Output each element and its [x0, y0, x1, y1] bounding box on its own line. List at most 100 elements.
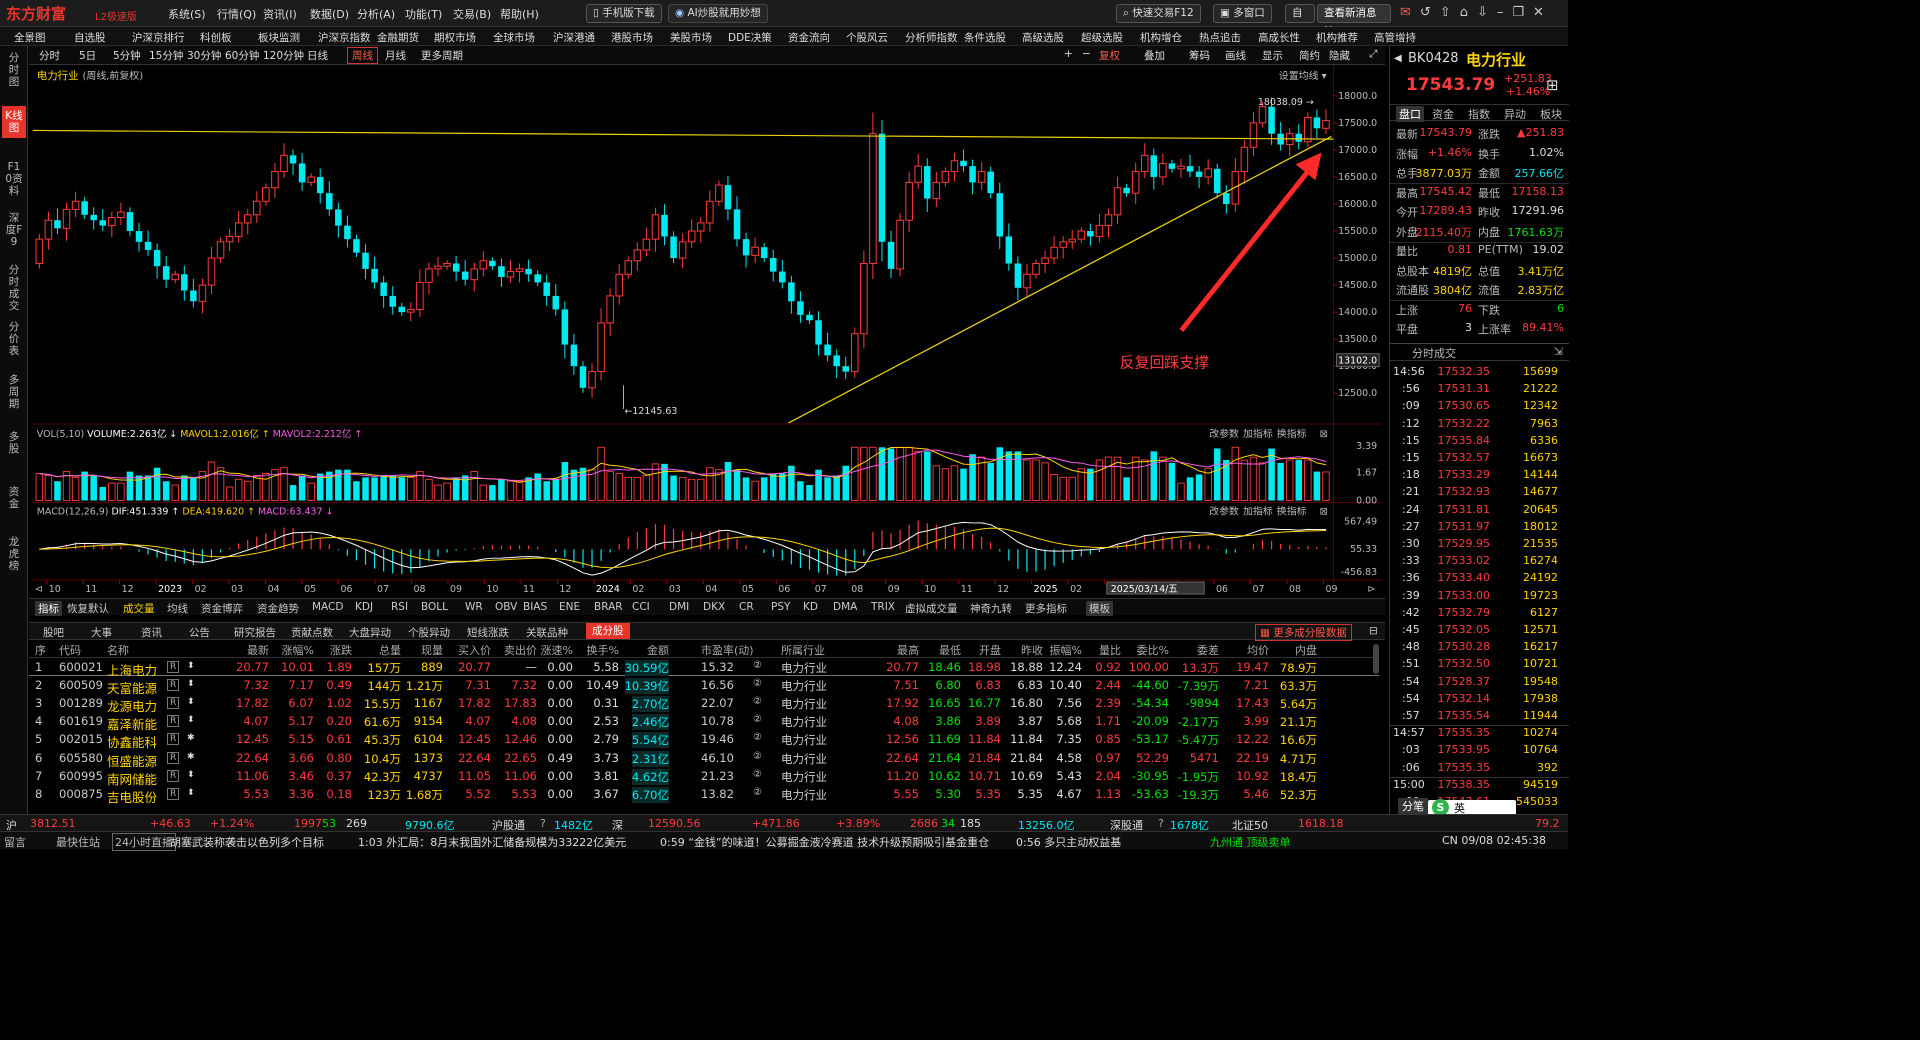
left-tab-1[interactable]: K线图	[2, 106, 26, 138]
table-row[interactable]: 3 001289 龙源电力 17.82 6.07 1.02 15.5万 1167 17.82 17…	[29, 694, 1379, 714]
back-icon[interactable]: ↺	[1420, 5, 1440, 20]
column-header[interactable]: 昨收	[1021, 642, 1043, 658]
left-tab-3[interactable]: 深度F9	[5, 212, 23, 248]
macd-panel-button-2[interactable]: 换指标	[1277, 504, 1307, 517]
indicator-tab-0[interactable]: 指标	[35, 601, 62, 616]
nav-item-0[interactable]: 全景图	[14, 30, 46, 45]
chart-tool-5[interactable]: 简约	[1299, 48, 1320, 63]
nav-item-12[interactable]: DDE决策	[728, 30, 772, 45]
fullscreen-icon[interactable]: ⤢	[1369, 48, 1377, 61]
indicator-tab-1[interactable]: 恢复默认	[67, 601, 109, 616]
column-header[interactable]: 代码	[59, 642, 81, 658]
mail-icon[interactable]: ✉	[1400, 5, 1420, 20]
nav-item-19[interactable]: 机构增仓	[1140, 30, 1182, 45]
nav-item-8[interactable]: 全球市场	[493, 30, 535, 45]
nav-item-23[interactable]: 高管增持	[1374, 30, 1416, 45]
news-item-2[interactable]: 24小时直播	[112, 833, 176, 851]
indicator-tab-14[interactable]: BRAR	[594, 601, 623, 613]
column-header[interactable]: 所属行业	[781, 642, 825, 658]
info-tab-3[interactable]: 公告	[189, 625, 210, 640]
column-header[interactable]: 开盘	[979, 642, 1001, 658]
news-item-4[interactable]: 1:03 外汇局：8月末我国外汇储备规模为33222亿美元	[358, 834, 626, 850]
column-header[interactable]: 振幅%	[1050, 642, 1082, 658]
news-item-6[interactable]: 0:56 多只主动权益基	[1016, 834, 1121, 850]
nav-item-17[interactable]: 高级选股	[1022, 30, 1064, 45]
news-item-0[interactable]: 留言	[4, 834, 26, 850]
info-tab-1[interactable]: 大事	[91, 625, 112, 640]
menu-data[interactable]: 数据(D)	[310, 6, 349, 22]
period-1[interactable]: 5日	[79, 48, 96, 63]
indicator-tab-24[interactable]: 神奇九转	[970, 601, 1012, 616]
more-constituents-button[interactable]: ▦ 更多成分股数据	[1255, 624, 1352, 641]
indicator-tab-12[interactable]: BIAS	[523, 601, 547, 613]
ma-settings[interactable]: 设置均线 ▾	[1279, 69, 1327, 82]
expand-icon[interactable]: ⇲	[1554, 345, 1563, 358]
menu-trade[interactable]: 交易(B)	[453, 6, 491, 22]
indicator-tab-26[interactable]: 模板	[1086, 601, 1113, 616]
restore-icon[interactable]: ❐	[1512, 5, 1533, 20]
ai-button[interactable]: ◉ AI炒股就用妙想	[668, 4, 768, 23]
column-header[interactable]: 最高	[897, 642, 919, 658]
indicator-tab-15[interactable]: CCI	[632, 601, 650, 613]
indicator-tab-11[interactable]: OBV	[495, 601, 517, 613]
info-tab-0[interactable]: 股吧	[43, 625, 64, 640]
column-header[interactable]: 卖出价	[504, 642, 537, 658]
info-tab-9[interactable]: 关联品种	[526, 625, 568, 640]
indicator-tab-18[interactable]: CR	[739, 601, 754, 613]
period-2[interactable]: 5分钟	[113, 48, 141, 63]
nav-item-1[interactable]: 自选股	[74, 30, 106, 45]
column-header[interactable]: 序	[35, 642, 46, 658]
left-tab-0[interactable]: 分时图	[5, 52, 23, 88]
indicator-tab-13[interactable]: ENE	[559, 601, 580, 613]
news-item-1[interactable]: 最快住站	[56, 834, 100, 850]
menu-quote[interactable]: 行情(Q)	[217, 6, 256, 22]
close-macd-icon[interactable]: ⊠	[1320, 506, 1328, 517]
indicator-tab-16[interactable]: DMI	[669, 601, 689, 613]
nav-item-9[interactable]: 沪深港通	[553, 30, 595, 45]
minimize-icon[interactable]: –	[1497, 5, 1513, 20]
column-header[interactable]: 市盈率(动)	[701, 642, 754, 658]
kline-chart[interactable]: 电力行业 (周线,前复权) 设置均线 ▾ 18000.0 17500.0 17000.0 1…	[29, 65, 1385, 595]
nav-item-10[interactable]: 港股市场	[611, 30, 653, 45]
chart-tool-2[interactable]: 筹码	[1189, 48, 1210, 63]
help-icon[interactable]: ?	[1158, 817, 1164, 830]
scroll-left-icon[interactable]: ⊲	[35, 584, 43, 595]
table-row[interactable]: 7 600995 南网储能 11.06 3.46 0.37 42.3万 4737 11.05 11…	[29, 767, 1379, 787]
indicator-tab-23[interactable]: 虚拟成交量	[905, 601, 958, 616]
quote-tab-2[interactable]: 指数	[1468, 106, 1490, 122]
broker-news[interactable]: 九州通 顶级卖单	[1210, 834, 1291, 850]
column-header[interactable]: 涨幅%	[282, 642, 314, 658]
left-tab-8[interactable]: 资金	[5, 486, 23, 510]
self-button[interactable]: 自	[1285, 4, 1315, 23]
period-5[interactable]: 60分钟	[225, 48, 259, 63]
info-tab-7[interactable]: 个股异动	[408, 625, 450, 640]
indicator-tab-10[interactable]: WR	[465, 601, 483, 613]
quote-tab-4[interactable]: 板块	[1540, 106, 1562, 122]
indicator-tab-22[interactable]: TRIX	[871, 601, 895, 613]
skin-icon[interactable]: ⇩	[1477, 5, 1497, 20]
nav-item-5[interactable]: 沪深京指数	[318, 30, 371, 45]
indicator-tab-20[interactable]: KD	[803, 601, 818, 613]
nav-item-20[interactable]: 热点追击	[1199, 30, 1241, 45]
column-header[interactable]: 总量	[379, 642, 401, 658]
info-tab-8[interactable]: 短线涨跌	[467, 625, 509, 640]
period-7[interactable]: 日线	[307, 48, 328, 63]
mobile-download-button[interactable]: ▯ 手机版下载	[586, 4, 662, 23]
menu-system[interactable]: 系统(S)	[168, 6, 206, 22]
ticks-tab[interactable]: 分笔	[1398, 798, 1428, 814]
menu-help[interactable]: 帮助(H)	[500, 6, 539, 22]
window-controls[interactable]: ✉↺⇧⌂⇩–❐✕	[1400, 5, 1553, 20]
period-3[interactable]: 15分钟	[149, 48, 183, 63]
shirt-icon[interactable]: ⌂	[1460, 5, 1477, 20]
info-tab-5[interactable]: 贡献点数	[291, 625, 333, 640]
left-tab-4[interactable]: 分时成交	[5, 264, 23, 312]
indicator-tab-19[interactable]: PSY	[771, 601, 790, 613]
menu-info[interactable]: 资讯(I)	[263, 6, 297, 22]
vol-panel-button-2[interactable]: 换指标	[1277, 427, 1307, 440]
indicator-tab-7[interactable]: KDJ	[355, 601, 373, 613]
info-tab-4[interactable]: 研究报告	[234, 625, 276, 640]
zoom-in-icon[interactable]: +	[1064, 48, 1073, 60]
macd-panel-button-1[interactable]: 加指标	[1243, 504, 1273, 517]
macd-panel-button-0[interactable]: 改参数	[1209, 504, 1239, 517]
up-icon[interactable]: ⇧	[1440, 5, 1460, 20]
